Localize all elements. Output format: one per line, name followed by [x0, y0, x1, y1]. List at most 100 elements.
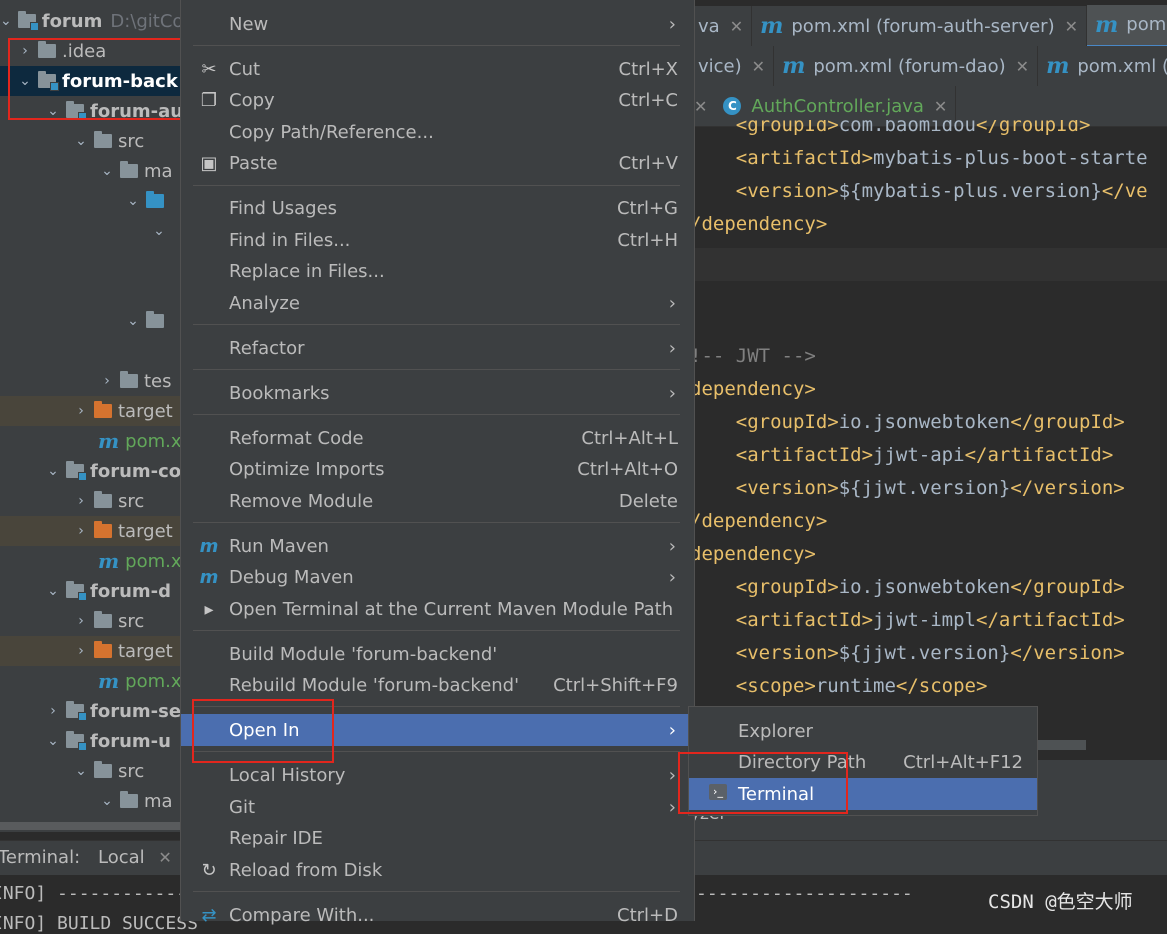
chevron-down-icon[interactable]: ⌄: [100, 163, 114, 179]
close-icon[interactable]: ✕: [730, 17, 743, 36]
menu-item-new[interactable]: New ›: [181, 8, 694, 40]
close-icon[interactable]: ✕: [1065, 17, 1078, 36]
menu-item-open-in[interactable]: Open In ›: [181, 714, 694, 746]
tree-item-forum-service[interactable]: › forum-se: [0, 696, 180, 726]
terminal-icon: ›_: [709, 784, 727, 800]
tree-item-target[interactable]: › target: [0, 516, 180, 546]
module-folder-icon: [17, 11, 39, 31]
chevron-down-icon[interactable]: ⌄: [46, 733, 60, 749]
menu-item-rebuild-module[interactable]: Rebuild Module 'forum-backend' Ctrl+Shift…: [181, 669, 694, 701]
chevron-right-icon[interactable]: ›: [100, 373, 114, 389]
tree-item-target[interactable]: › target: [0, 636, 180, 666]
tab-pom-active[interactable]: m pom.xn: [1087, 4, 1167, 48]
tree-item-src[interactable]: › src: [0, 606, 180, 636]
chevron-right-icon[interactable]: ›: [74, 523, 88, 539]
tree-item-pom[interactable]: m pom.x: [0, 546, 180, 576]
chevron-right-icon[interactable]: ›: [74, 403, 88, 419]
chevron-right-icon[interactable]: ›: [74, 613, 88, 629]
chevron-down-icon[interactable]: ⌄: [100, 793, 114, 809]
tree-item-label: ma: [144, 160, 173, 182]
chevron-down-icon[interactable]: ⌄: [46, 463, 60, 479]
terminal-tab-local[interactable]: Local ✕: [98, 847, 172, 868]
menu-item-git[interactable]: Git ›: [181, 791, 694, 823]
menu-item-optimize-imports[interactable]: Optimize Imports Ctrl+Alt+O: [181, 453, 694, 485]
menu-item-refactor[interactable]: Refactor ›: [181, 332, 694, 364]
terminal-line: INFO] ------------: [0, 883, 188, 904]
menu-item-find-usages[interactable]: Find Usages Ctrl+G: [181, 192, 694, 224]
menu-item-remove-module[interactable]: Remove Module Delete: [181, 485, 694, 517]
menu-separator: [193, 185, 680, 186]
chevron-down-icon[interactable]: ⌄: [46, 583, 60, 599]
menu-item-replace-in-files[interactable]: Replace in Files...: [181, 255, 694, 287]
tree-item-idea[interactable]: › .idea: [0, 36, 180, 66]
menu-item-analyze[interactable]: Analyze ›: [181, 287, 694, 319]
menu-item-local-history[interactable]: Local History ›: [181, 759, 694, 791]
chevron-right-icon[interactable]: ›: [74, 643, 88, 659]
menu-item-run-maven[interactable]: m Run Maven ›: [181, 530, 694, 562]
tab-label: vice): [698, 55, 742, 77]
menu-item-find-in-files[interactable]: Find in Files... Ctrl+H: [181, 224, 694, 256]
tree-item-java[interactable]: ⌄: [0, 186, 180, 216]
menu-item-debug-maven[interactable]: m Debug Maven ›: [181, 561, 694, 593]
menu-item-copy[interactable]: ❐ Copy Ctrl+C: [181, 84, 694, 116]
chevron-down-icon[interactable]: ⌄: [126, 313, 140, 329]
tree-item-src[interactable]: › src: [0, 486, 180, 516]
chevron-down-icon[interactable]: ⌄: [152, 223, 166, 239]
tree-root[interactable]: ⌄ forum D:\gitCo: [0, 6, 180, 36]
tab-pom-auth-server[interactable]: m pom.xml (forum-auth-server) ✕: [752, 6, 1087, 46]
close-icon[interactable]: ✕: [694, 97, 707, 116]
tree-item-test[interactable]: › tes: [0, 366, 180, 396]
tree-item-resources[interactable]: ⌄: [0, 306, 180, 336]
menu-item-open-terminal-maven[interactable]: ▸ Open Terminal at the Current Maven Modu…: [181, 593, 694, 625]
tree-item-src[interactable]: ⌄ src: [0, 756, 180, 786]
close-icon[interactable]: ✕: [158, 848, 171, 867]
tree-item-main[interactable]: ⌄ ma: [0, 156, 180, 186]
chevron-down-icon[interactable]: ⌄: [126, 193, 140, 209]
tree-item-package[interactable]: ⌄: [0, 216, 180, 246]
menu-item-compare-with[interactable]: ⇄ Compare With... Ctrl+D: [181, 899, 694, 931]
tab-java[interactable]: va ✕: [690, 6, 753, 46]
chevron-down-icon[interactable]: ⌄: [46, 103, 60, 119]
tree-item-forum-auth[interactable]: ⌄ forum-au: [0, 96, 180, 126]
tree-item-forum-common[interactable]: ⌄ forum-co: [0, 456, 180, 486]
menu-item-build-module[interactable]: Build Module 'forum-backend': [181, 638, 694, 670]
submenu-item-explorer[interactable]: Explorer: [689, 715, 1037, 747]
chevron-down-icon[interactable]: ⌄: [0, 13, 12, 29]
menu-item-paste[interactable]: ▣ Paste Ctrl+V: [181, 147, 694, 179]
chevron-down-icon[interactable]: ⌄: [74, 763, 88, 779]
chevron-right-icon[interactable]: ›: [46, 703, 60, 719]
menu-separator: [193, 630, 680, 631]
tree-scrollbar[interactable]: [0, 822, 180, 830]
chevron-right-icon: ›: [668, 719, 676, 741]
close-icon[interactable]: ✕: [752, 57, 765, 76]
maven-icon: m: [98, 429, 120, 453]
terminal-title: Terminal:: [0, 847, 81, 868]
chevron-down-icon[interactable]: ⌄: [74, 133, 88, 149]
tab-pom-dao[interactable]: m pom.xml (forum-dao) ✕: [774, 46, 1039, 86]
menu-item-bookmarks[interactable]: Bookmarks ›: [181, 377, 694, 409]
tree-item-label: forum-u: [90, 730, 171, 752]
menu-item-copy-path[interactable]: Copy Path/Reference...: [181, 116, 694, 148]
tab-service[interactable]: vice) ✕: [690, 46, 775, 86]
menu-item-cut[interactable]: ✂ Cut Ctrl+X: [181, 53, 694, 85]
tree-item-forum-dao[interactable]: ⌄ forum-d: [0, 576, 180, 606]
menu-item-repair-ide[interactable]: Repair IDE: [181, 822, 694, 854]
submenu-item-directory-path[interactable]: Directory Path Ctrl+Alt+F12: [689, 746, 1037, 778]
tree-item-pom[interactable]: m pom.x: [0, 426, 180, 456]
submenu-item-terminal[interactable]: ›_ Terminal: [689, 778, 1037, 810]
close-icon[interactable]: ✕: [934, 97, 947, 116]
close-icon[interactable]: ✕: [1016, 57, 1029, 76]
chevron-right-icon[interactable]: ›: [74, 493, 88, 509]
tree-item-target[interactable]: › target: [0, 396, 180, 426]
tree-item-main[interactable]: ⌄ ma: [0, 786, 180, 816]
code-editor[interactable]: <groupId>com.baomidou</groupId> <artifac…: [690, 120, 1167, 760]
tree-item-src[interactable]: ⌄ src: [0, 126, 180, 156]
tab-pom-fo[interactable]: m pom.xml (fo: [1038, 46, 1167, 86]
chevron-right-icon[interactable]: ›: [18, 43, 32, 59]
menu-item-reformat-code[interactable]: Reformat Code Ctrl+Alt+L: [181, 422, 694, 454]
chevron-down-icon[interactable]: ⌄: [18, 73, 32, 89]
tree-item-forum-user[interactable]: ⌄ forum-u: [0, 726, 180, 756]
menu-item-reload-from-disk[interactable]: ↻ Reload from Disk: [181, 854, 694, 886]
tree-item-forum-backend[interactable]: ⌄ forum-back: [0, 66, 180, 96]
tree-item-pom[interactable]: m pom.x: [0, 666, 180, 696]
